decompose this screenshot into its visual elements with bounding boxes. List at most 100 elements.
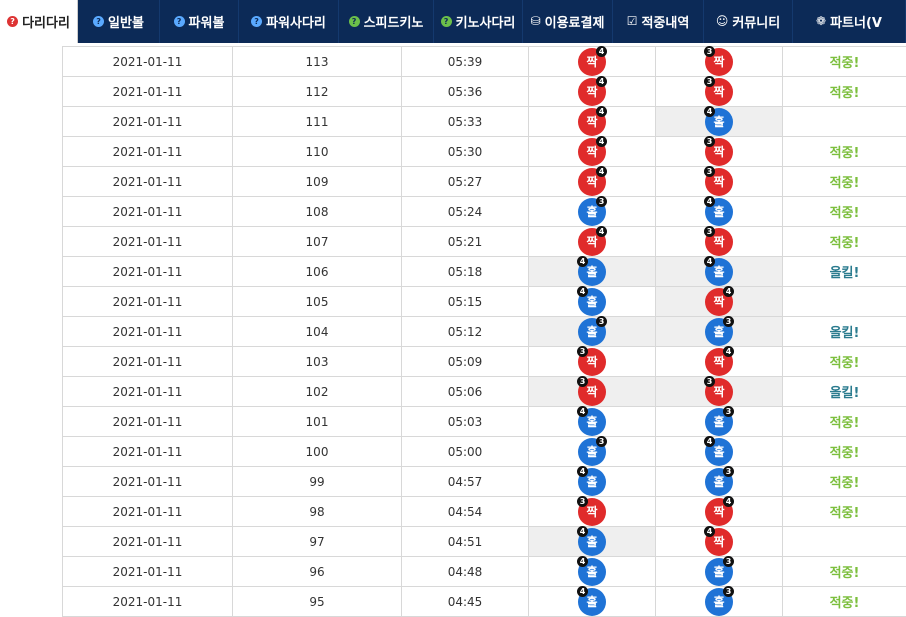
ball-count-badge: 4 (596, 225, 607, 237)
result-cell-b: 짝3 (655, 225, 783, 257)
nav-item-2[interactable]: ? 파워볼 (160, 0, 239, 43)
ball-label: 짝 (586, 504, 598, 519)
nav-item-1[interactable]: ? 일반볼 (78, 0, 160, 43)
even-ball: 짝4 (578, 165, 607, 196)
result-cell-b: 짝4 (655, 345, 783, 377)
ball-count-badge: 3 (704, 375, 715, 387)
ball-count-badge: 3 (596, 315, 607, 327)
result-status: 적중! (829, 566, 860, 581)
result-cell-b: 짝4 (655, 495, 783, 527)
nav-item-9[interactable]: ❁ 파트너(V (793, 0, 906, 43)
result-cell-a: 짝4 (528, 45, 656, 77)
date-cell: 2021-01-11 (62, 136, 233, 167)
table-row: 2021-01-11 98 04:54 짝 3 짝 4 적중! (62, 495, 906, 527)
ball-count-badge: 3 (723, 465, 734, 477)
ball-label: 홀 (713, 414, 725, 429)
result-status: 적중! (829, 236, 860, 251)
date-cell: 2021-01-11 (62, 226, 233, 257)
result-status-cell: 올킬! (782, 316, 906, 347)
even-ball: 짝3 (704, 165, 733, 196)
odd-ball: 홀4 (577, 405, 606, 436)
nav-item-4[interactable]: ? 스피드키노 (339, 0, 434, 43)
ball-count-badge: 4 (577, 555, 588, 567)
ball-count-badge: 4 (596, 105, 607, 117)
time-cell: 05:12 (401, 316, 529, 347)
nav-label: 파워볼 (188, 16, 225, 31)
ball-count-badge: 4 (596, 45, 607, 57)
result-cell-b: 짝3 (655, 75, 783, 107)
date-cell: 2021-01-11 (62, 256, 233, 287)
ball-label: 홀 (713, 474, 725, 489)
nav-item-8[interactable]: ☺ 커뮤니티 (704, 0, 793, 43)
even-ball: 짝3 (704, 375, 733, 406)
result-status: 적중! (829, 206, 860, 221)
round-cell: 103 (232, 346, 402, 377)
result-status: 적중! (829, 416, 860, 431)
result-cell-b: 홀4 (655, 255, 783, 287)
result-status: 적중! (829, 356, 860, 371)
ball-count-badge: 4 (596, 135, 607, 147)
time-cell: 05:39 (401, 46, 529, 77)
table-row: 2021-01-11 109 05:27 짝 4 짝 3 적중! (62, 165, 906, 197)
odd-ball: 홀4 (577, 285, 606, 316)
nav-label: 이용료결제 (544, 16, 605, 31)
ball-label: 짝 (586, 114, 598, 129)
table-row: 2021-01-11 107 05:21 짝 4 짝 3 적중! (62, 225, 906, 257)
result-status: 올킬! (829, 326, 860, 341)
table-row: 2021-01-11 113 05:39 짝 4 짝 3 적중! (62, 45, 906, 77)
table-row: 2021-01-11 110 05:30 짝 4 짝 3 적중! (62, 135, 906, 167)
date-cell: 2021-01-11 (62, 46, 233, 77)
result-status-cell: 적중! (782, 166, 906, 197)
result-cell-a: 짝4 (528, 75, 656, 107)
even-ball: 짝3 (704, 135, 733, 166)
ball-count-badge: 3 (723, 405, 734, 417)
table-row: 2021-01-11 111 05:33 짝 4 홀 4 (62, 105, 906, 137)
ball-count-badge: 3 (577, 375, 588, 387)
result-status: 적중! (829, 176, 860, 191)
ball-label: 홀 (586, 204, 598, 219)
nav-label: 파트너(V (830, 16, 882, 31)
ball-count-badge: 4 (723, 495, 734, 507)
time-cell: 05:30 (401, 136, 529, 167)
result-cell-a: 짝4 (528, 165, 656, 197)
result-cell-b: 짝4 (655, 285, 783, 317)
nav-item-7[interactable]: ☑ 적중내역 (613, 0, 704, 43)
ball-label: 짝 (713, 354, 725, 369)
date-cell: 2021-01-11 (62, 466, 233, 497)
round-cell: 102 (232, 376, 402, 407)
ball-label: 홀 (713, 204, 725, 219)
ball-label: 짝 (713, 504, 725, 519)
even-ball: 짝4 (705, 495, 734, 526)
ball-label: 짝 (713, 534, 725, 549)
result-status-cell: 올킬! (782, 376, 906, 407)
table-row: 2021-01-11 99 04:57 홀 4 홀 3 적중! (62, 465, 906, 497)
ball-count-badge: 3 (596, 195, 607, 207)
ball-count-badge: 4 (704, 435, 715, 447)
result-cell-b: 짝3 (655, 165, 783, 197)
result-cell-a: 홀3 (528, 435, 656, 467)
ball-count-badge: 3 (704, 165, 715, 177)
even-ball: 짝4 (705, 345, 734, 376)
date-cell: 2021-01-11 (62, 346, 233, 377)
result-status-cell: 적중! (782, 196, 906, 227)
ball-count-badge: 3 (704, 45, 715, 57)
table-row: 2021-01-11 105 05:15 홀 4 짝 4 (62, 285, 906, 317)
ball-label: 짝 (586, 174, 598, 189)
ball-label: 짝 (586, 234, 598, 249)
even-ball: 짝3 (704, 45, 733, 76)
nav-item-3[interactable]: ? 파워사다리 (239, 0, 339, 43)
nav-item-6[interactable]: ⛁ 이용료결제 (523, 0, 613, 43)
nav-item-0[interactable]: ? 다리다리 (0, 0, 78, 43)
time-cell: 04:51 (401, 526, 529, 557)
result-cell-b: 홀3 (655, 315, 783, 347)
round-cell: 113 (232, 46, 402, 77)
ball-label: 홀 (586, 414, 598, 429)
ball-count-badge: 3 (704, 135, 715, 147)
result-cell-a: 홀4 (528, 585, 656, 617)
result-status-cell: 적중! (782, 226, 906, 257)
result-cell-b: 홀3 (655, 465, 783, 497)
round-cell: 100 (232, 436, 402, 467)
result-status-cell: 적중! (782, 466, 906, 497)
even-ball: 짝4 (578, 45, 607, 76)
nav-item-5[interactable]: ? 키노사다리 (434, 0, 523, 43)
